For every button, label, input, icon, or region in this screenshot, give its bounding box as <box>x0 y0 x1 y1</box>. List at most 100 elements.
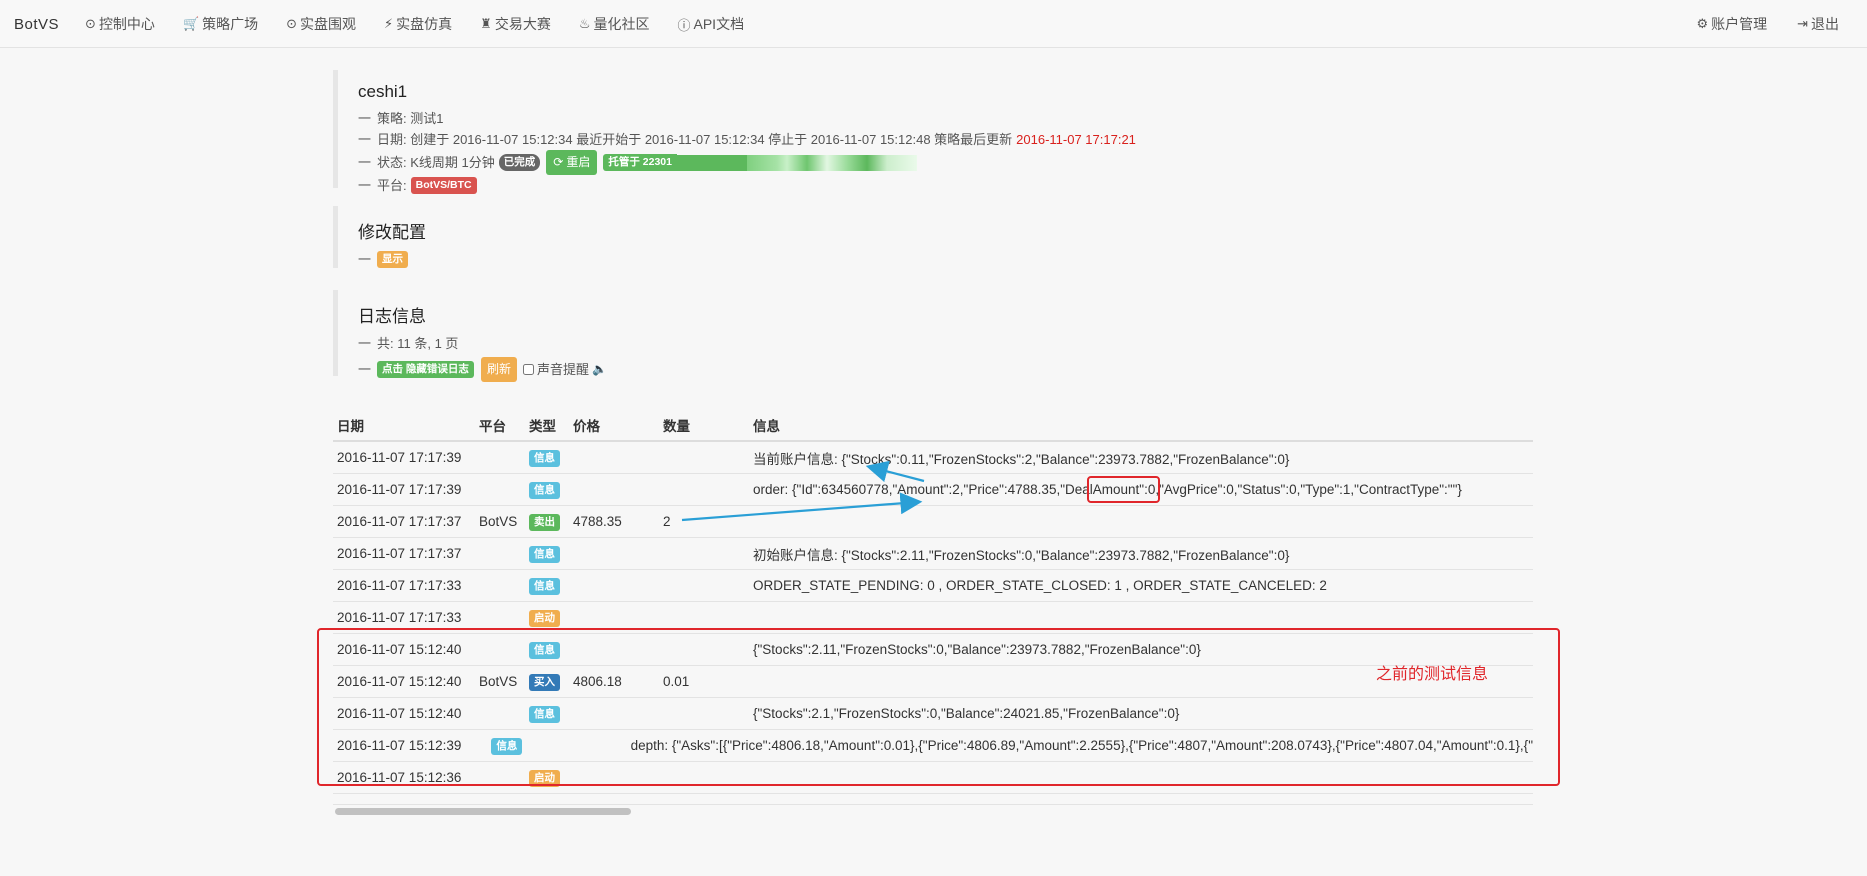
row-type: 卖出 <box>529 513 573 531</box>
pixelated-host-address <box>676 154 917 171</box>
robot-info-panel: ceshi1 一 策略: 测试1 一 日期: 创建于 2016-11-07 15… <box>333 70 1533 194</box>
status-badge: 已完成 <box>498 154 541 171</box>
row-price: 4788.35 <box>573 514 622 529</box>
nav-item-label: 量化社区 <box>593 16 650 32</box>
nav-menu: ⊙ 控制中心 🛒 策略广场 ⊙ 实盘围观 ⚡ 实盘仿真 ♜ 交易大赛 ♨ 量化社区 ⓘ API文档 <box>85 14 772 34</box>
play-circle-icon: ⊙ <box>286 16 298 31</box>
table-row: 2016-11-07 17:17:37 BotVS 卖出 4788.35 2 <box>333 506 1533 538</box>
type-badge: 卖出 <box>529 513 560 531</box>
nav-item-label: 实盘围观 <box>300 16 357 32</box>
row-date: 2016-11-07 17:17:37 <box>337 514 462 529</box>
header-info: 信息 <box>753 419 780 434</box>
type-badge: 信息 <box>529 545 560 563</box>
nav-item-3[interactable]: ⚡ 实盘仿真 <box>384 14 452 34</box>
status-highlight-box <box>1087 476 1160 503</box>
dash: 一 <box>358 155 372 170</box>
type-badge: 信息 <box>529 577 560 595</box>
dash: 一 <box>358 336 372 351</box>
dash: 一 <box>358 111 372 126</box>
row-date: 2016-11-07 17:17:33 <box>337 610 462 625</box>
refresh-icon: ⟳ <box>553 155 564 169</box>
status-text: 状态: K线周期 1分钟 <box>377 155 495 170</box>
log-panel: 日志信息 一 共: 11 条, 1 页 一 点击 隐藏错误日志 刷新 声音提醒 … <box>333 290 1533 382</box>
log-count: 共: 11 条, 1 页 <box>377 336 459 351</box>
fire-icon: ♨ <box>578 16 591 31</box>
brand-logo[interactable]: BotVS <box>14 16 59 33</box>
config-title: 修改配置 <box>358 223 426 242</box>
nav-item-6[interactable]: ⓘ API文档 <box>677 14 744 34</box>
top-navbar: BotVS ⊙ 控制中心 🛒 策略广场 ⊙ 实盘围观 ⚡ 实盘仿真 ♜ 交易大赛 ♨ 量化社区 ⓘ API… <box>0 0 1867 48</box>
log-controls-line: 一 点击 隐藏错误日志 刷新 声音提醒 🔈 <box>358 357 1533 382</box>
table-row: 2016-11-07 17:17:39 信息 order: {"Id":634560… <box>333 474 1533 506</box>
dash: 一 <box>358 252 372 267</box>
table-row: 2016-11-07 17:17:33 信息 ORDER_STATE_PENDING… <box>333 570 1533 602</box>
nav-item-label: 实盘仿真 <box>396 16 453 32</box>
lightning-icon: ⚡ <box>384 16 394 31</box>
row-platform: BotVS <box>479 514 518 529</box>
nav-right-item-0[interactable]: ⚙ 账户管理 <box>1696 14 1767 34</box>
nav-item-5[interactable]: ♨ 量化社区 <box>579 14 650 34</box>
nav-right-item-1[interactable]: ⇥ 退出 <box>1797 14 1839 34</box>
nav-item-1[interactable]: 🛒 策略广场 <box>183 14 258 34</box>
previous-tests-box <box>317 628 1560 786</box>
logout-icon: ⇥ <box>1797 16 1808 31</box>
row-info: 初始账户信息: {"Stocks":2.11,"FrozenStocks":0,… <box>753 547 1290 563</box>
table-row: 2016-11-07 17:17:37 信息 初始账户信息: {"Stocks":2… <box>333 538 1533 570</box>
nav-item-0[interactable]: ⊙ 控制中心 <box>85 14 155 34</box>
header-type: 类型 <box>529 419 556 434</box>
tower-icon: ♜ <box>480 16 492 31</box>
strategy-label: 策略: 测试1 <box>377 111 444 126</box>
dash: 一 <box>358 178 372 193</box>
scroll-thumb[interactable] <box>335 808 631 815</box>
horizontal-scrollbar[interactable] <box>333 804 1533 817</box>
nav-item-label: 账户管理 <box>1711 16 1768 32</box>
nav-item-2[interactable]: ⊙ 实盘围观 <box>286 14 356 34</box>
main-container: ceshi1 一 策略: 测试1 一 日期: 创建于 2016-11-07 15… <box>333 70 1533 382</box>
row-date: 2016-11-07 17:17:39 <box>337 450 462 465</box>
type-badge: 信息 <box>529 449 560 467</box>
restart-label: 重启 <box>566 155 591 169</box>
row-date: 2016-11-07 17:17:33 <box>337 578 462 593</box>
header-qty: 数量 <box>663 419 690 434</box>
sound-checkbox[interactable] <box>522 364 534 375</box>
restart-button[interactable]: ⟳ 重启 <box>546 150 598 175</box>
gear-icon: ⚙ <box>1696 16 1709 31</box>
row-type: 信息 <box>529 545 573 563</box>
show-config-button[interactable]: 显示 <box>377 251 409 268</box>
sound-label: 声音提醒 <box>536 362 589 377</box>
date-line: 一 日期: 创建于 2016-11-07 15:12:34 最近开始于 2016… <box>358 129 1533 150</box>
robot-name: ceshi1 <box>358 82 408 101</box>
header-price: 价格 <box>573 419 600 434</box>
row-date: 2016-11-07 17:17:37 <box>337 546 462 561</box>
date-text: 日期: 创建于 2016-11-07 15:12:34 最近开始于 2016-1… <box>377 132 1013 147</box>
last-update-time: 2016-11-07 17:17:21 <box>1016 132 1136 147</box>
row-type: 启动 <box>529 609 573 627</box>
nav-right: ⚙ 账户管理 ⇥ 退出 <box>1666 0 1839 48</box>
speaker-icon[interactable]: 🔈 <box>592 359 607 380</box>
hosted-info: 托管于 22301 <box>603 154 917 171</box>
nav-item-label: 策略广场 <box>202 16 259 32</box>
nav-left: BotVS ⊙ 控制中心 🛒 策略广场 ⊙ 实盘围观 ⚡ 实盘仿真 ♜ 交易大赛 ♨ 量化社区 ⓘ API… <box>14 0 772 48</box>
nav-item-label: 退出 <box>1811 16 1839 32</box>
nav-item-4[interactable]: ♜ 交易大赛 <box>480 14 551 34</box>
type-badge: 启动 <box>529 609 560 627</box>
row-info: ORDER_STATE_PENDING: 0 , ORDER_STATE_CLO… <box>753 578 1327 593</box>
info-circle-icon: ⓘ <box>677 17 691 33</box>
nav-item-label: API文档 <box>693 16 745 32</box>
table-row: 2016-11-07 17:17:39 信息 当前账户信息: {"Stocks":0… <box>333 442 1533 474</box>
platform-label: 平台: <box>377 178 407 193</box>
row-info: 当前账户信息: {"Stocks":0.11,"FrozenStocks":2,… <box>753 451 1290 467</box>
dash: 一 <box>358 362 372 377</box>
clock-icon: ⊙ <box>85 16 96 31</box>
platform-badge: BotVS/BTC <box>410 177 477 194</box>
row-type: 信息 <box>529 481 573 499</box>
hide-errors-button[interactable]: 点击 隐藏错误日志 <box>377 361 474 378</box>
cart-icon: 🛒 <box>182 16 200 31</box>
row-date: 2016-11-07 17:17:39 <box>337 482 462 497</box>
config-panel: 修改配置 一 显示 <box>333 206 1533 268</box>
previous-tests-note: 之前的测试信息 <box>1376 666 1489 683</box>
table-header: 日期 平台 类型 价格 数量 信息 <box>333 410 1533 442</box>
refresh-button[interactable]: 刷新 <box>480 357 517 382</box>
nav-item-label: 控制中心 <box>98 16 155 32</box>
dash: 一 <box>358 132 372 147</box>
